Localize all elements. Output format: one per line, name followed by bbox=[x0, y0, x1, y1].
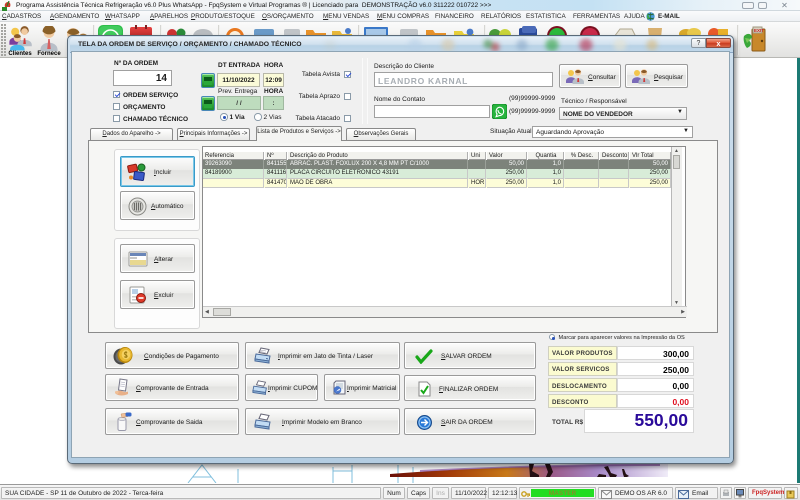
svg-text:EXIT: EXIT bbox=[754, 28, 764, 33]
